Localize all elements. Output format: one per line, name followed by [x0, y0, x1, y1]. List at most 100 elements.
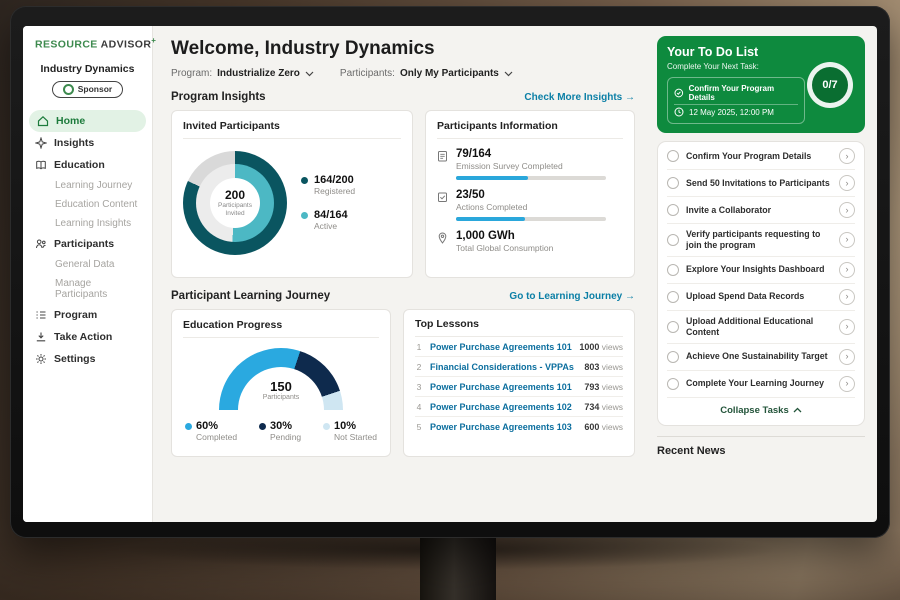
go-to-learning-journey-link[interactable]: Go to Learning Journey → — [509, 291, 635, 302]
sidebar-item-insights[interactable]: Insights — [23, 132, 152, 154]
task-checkbox[interactable] — [667, 150, 679, 162]
task-label: Achieve One Sustainability Target — [686, 351, 832, 362]
chevron-right-icon[interactable]: › — [839, 148, 855, 164]
task-checkbox[interactable] — [667, 177, 679, 189]
task-checkbox[interactable] — [667, 378, 679, 390]
chevron-right-icon[interactable]: › — [839, 232, 855, 248]
chevron-right-icon[interactable]: › — [839, 262, 855, 278]
sidebar-item-label: Insights — [54, 137, 94, 149]
lesson-link[interactable]: Power Purchase Agreements 101 — [430, 342, 572, 352]
chevron-right-icon[interactable]: › — [839, 319, 855, 335]
task-verify-participants[interactable]: Verify participants requesting to join t… — [667, 224, 855, 257]
todo-summary-card: Your To Do List Complete Your Next Task:… — [657, 36, 865, 133]
section-title-program-insights: Program Insights — [171, 91, 266, 103]
task-label: Upload Spend Data Records — [686, 291, 832, 302]
chevron-right-icon[interactable]: › — [839, 376, 855, 392]
stat-label: Actions Completed — [456, 202, 606, 212]
sidebar-item-learning-insights[interactable]: Learning Insights — [23, 214, 152, 233]
sidebar: RESOURCE ADVISOR+ Industry Dynamics Spon… — [23, 26, 153, 522]
donut-center-value: 200 — [225, 188, 245, 202]
legend-active: 84/164 Active — [301, 209, 355, 232]
sidebar-item-settings[interactable]: Settings — [23, 348, 152, 370]
logo-secondary: ADVISOR — [101, 39, 152, 51]
chevron-right-icon[interactable]: › — [839, 289, 855, 305]
sidebar-item-education[interactable]: Education — [23, 154, 152, 176]
lesson-views-unit: views — [599, 422, 623, 432]
lesson-link[interactable]: Power Purchase Agreements 102 — [430, 402, 577, 412]
todo-progress-ring: 0/7 — [807, 62, 853, 108]
legend-completed: 60% Completed — [185, 420, 237, 443]
legend-label: Pending — [270, 432, 301, 442]
legend-dot — [301, 177, 308, 184]
filter-bar: Program: Industrialize Zero Participants… — [171, 68, 635, 79]
program-select[interactable]: Program: Industrialize Zero — [171, 68, 314, 79]
lesson-link[interactable]: Power Purchase Agreements 103 — [430, 422, 577, 432]
top-lessons-card: Top Lessons 1 Power Purchase Agreements … — [403, 309, 635, 457]
legend-label: Registered — [314, 186, 355, 196]
invited-donut-chart: 200 Participants Invited — [183, 151, 287, 255]
task-label: Confirm Your Program Details — [686, 151, 832, 162]
task-checkbox[interactable] — [667, 291, 679, 303]
task-send-invitations[interactable]: Send 50 Invitations to Participants › — [667, 170, 855, 197]
sidebar-item-home[interactable]: Home — [29, 110, 146, 132]
task-upload-spend-data[interactable]: Upload Spend Data Records › — [667, 284, 855, 311]
main-content: Welcome, Industry Dynamics Program: Indu… — [153, 26, 649, 522]
collapse-tasks-button[interactable]: Collapse Tasks — [667, 398, 855, 424]
task-complete-learning-journey[interactable]: Complete Your Learning Journey › — [667, 371, 855, 398]
gauge-center-label: Participants — [263, 394, 300, 401]
education-gauge-chart: 150 Participants — [219, 348, 343, 410]
lesson-rank: 5 — [415, 422, 423, 432]
lesson-views-unit: views — [599, 342, 623, 352]
legend-pending: 30% Pending — [259, 420, 301, 443]
legend-registered: 164/200 Registered — [301, 174, 355, 197]
lesson-views: 803 — [584, 362, 599, 372]
sidebar-item-education-content[interactable]: Education Content — [23, 195, 152, 214]
list-icon — [35, 309, 47, 321]
task-achieve-sustainability-target[interactable]: Achieve One Sustainability Target › — [667, 344, 855, 371]
sidebar-item-take-action[interactable]: Take Action — [23, 326, 152, 348]
next-task-box[interactable]: Confirm Your Program Details 12 May 2025… — [667, 77, 805, 124]
task-confirm-program-details[interactable]: Confirm Your Program Details › — [667, 143, 855, 170]
donut-center-label: Participants — [218, 202, 252, 210]
chevron-right-icon[interactable]: › — [839, 349, 855, 365]
people-icon — [35, 238, 47, 250]
legend-dot — [185, 423, 192, 430]
lesson-views: 734 — [584, 402, 599, 412]
todo-title: Your To Do List — [667, 45, 855, 59]
gauge-legend: 60% Completed 30% Pending 10% — [183, 420, 379, 443]
lesson-views: 1000 — [579, 342, 599, 352]
task-checkbox[interactable] — [667, 234, 679, 246]
program-select-value: Industrialize Zero — [217, 68, 300, 79]
lesson-link[interactable]: Power Purchase Agreements 101 — [430, 382, 577, 392]
chevron-right-icon[interactable]: › — [839, 202, 855, 218]
sidebar-item-manage-participants[interactable]: Manage Participants — [23, 274, 152, 304]
chevron-down-icon — [504, 71, 513, 77]
book-icon — [35, 159, 47, 171]
task-checkbox[interactable] — [667, 351, 679, 363]
lesson-row: 5 Power Purchase Agreements 103 600 view… — [415, 417, 623, 436]
page-title: Welcome, Industry Dynamics — [171, 38, 635, 60]
sidebar-item-label: Participants — [54, 238, 114, 250]
lesson-views: 793 — [584, 382, 599, 392]
sidebar-item-participants[interactable]: Participants — [23, 233, 152, 255]
task-explore-insights[interactable]: Explore Your Insights Dashboard › — [667, 257, 855, 284]
sidebar-item-label: Take Action — [54, 331, 112, 343]
stat-label: Emission Survey Completed — [456, 161, 606, 171]
task-checkbox[interactable] — [667, 321, 679, 333]
task-checkbox[interactable] — [667, 204, 679, 216]
task-upload-educational-content[interactable]: Upload Additional Educational Content › — [667, 311, 855, 344]
sidebar-item-program[interactable]: Program — [23, 304, 152, 326]
participants-select[interactable]: Participants: Only My Participants — [340, 68, 513, 79]
lesson-link[interactable]: Financial Considerations - VPPAs — [430, 362, 577, 372]
emission-progress-bar — [456, 176, 606, 180]
task-invite-collaborator[interactable]: Invite a Collaborator › — [667, 197, 855, 224]
program-insights-cards: Invited Participants 200 Participants In… — [171, 110, 635, 278]
chevron-right-icon[interactable]: › — [839, 175, 855, 191]
check-more-insights-link[interactable]: Check More Insights → — [524, 92, 635, 103]
sponsor-badge[interactable]: Sponsor — [52, 81, 123, 98]
sidebar-item-general-data[interactable]: General Data — [23, 255, 152, 274]
section-title-learning-journey: Participant Learning Journey — [171, 290, 330, 302]
task-checkbox[interactable] — [667, 264, 679, 276]
legend-label: Active — [314, 221, 337, 231]
sidebar-item-learning-journey[interactable]: Learning Journey — [23, 176, 152, 195]
